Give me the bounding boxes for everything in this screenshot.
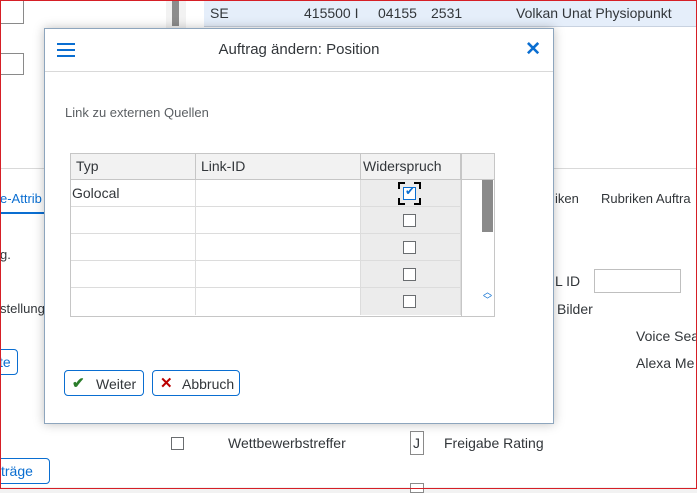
column-header-link-id[interactable]: Link-ID	[196, 154, 361, 180]
cell-typ[interactable]	[71, 261, 196, 287]
bg-label-freigabe: Freigabe Rating	[444, 435, 544, 451]
bg-field-2[interactable]	[0, 53, 24, 75]
table-row[interactable]	[71, 234, 461, 261]
bg-right-panel-strip	[555, 26, 697, 127]
widerspruch-checkbox[interactable]	[403, 214, 416, 227]
bg-label-id: L ID	[555, 273, 581, 289]
scrollbar-column: ︿ ﹀	[461, 154, 494, 316]
checkmark-icon: ✔	[72, 375, 85, 392]
bg-tab-active-underline	[0, 212, 44, 214]
bg-splitter[interactable]	[172, 0, 179, 26]
cell-widerspruch	[361, 288, 461, 315]
widerspruch-checkbox[interactable]	[403, 241, 416, 254]
cell-typ[interactable]	[71, 288, 196, 315]
dialog: Auftrag ändern: Position ✕ Link zu exter…	[44, 28, 554, 424]
scroll-header	[462, 154, 494, 180]
bg-code: 04155	[378, 5, 417, 21]
cell-widerspruch	[361, 234, 461, 260]
cross-icon: ✕	[160, 375, 173, 392]
cell-typ[interactable]	[71, 234, 196, 260]
bg-label-alexa: Alexa Me	[636, 355, 695, 371]
table-row[interactable]	[71, 261, 461, 288]
bg-button-auftraege[interactable]: träge	[0, 458, 50, 484]
column-header-widerspruch[interactable]: Widerspruch	[361, 154, 461, 180]
bg-text-g: g.	[0, 247, 11, 262]
bg-tab-rubriken[interactable]: iken	[555, 191, 579, 206]
cell-widerspruch	[361, 261, 461, 287]
cell-link-id[interactable]	[196, 180, 361, 206]
cell-link-id[interactable]	[196, 261, 361, 287]
bg-table-row[interactable]: SE 415500 I 04155 2531 Volkan Unat Physi…	[204, 0, 697, 27]
cell-widerspruch	[361, 207, 461, 233]
table-row[interactable]	[71, 288, 461, 315]
bg-number: 415500 I	[304, 5, 359, 21]
bg-button-te[interactable]: te	[0, 349, 18, 375]
column-header-typ[interactable]: Typ	[71, 154, 196, 180]
bg-country: SE	[210, 5, 229, 21]
bg-name: Volkan Unat Physiopunkt	[516, 5, 672, 21]
links-table: Typ Link-ID Widerspruch Golocal ✔ ︿ ﹀	[70, 153, 495, 317]
bg-tab-rubriken-auftrag[interactable]: Rubriken Auftra	[601, 191, 691, 206]
abbruch-button[interactable]: ✕ Abbruch	[152, 370, 240, 396]
scrollbar-thumb[interactable]	[482, 180, 493, 232]
bg-field-1[interactable]	[0, 0, 24, 24]
bg-label-voice: Voice Sea	[636, 328, 697, 344]
check-icon: ✔	[405, 184, 416, 198]
cell-widerspruch: ✔	[361, 180, 461, 206]
weiter-button[interactable]: ✔ Weiter	[64, 370, 144, 396]
widerspruch-checkbox[interactable]: ✔	[403, 184, 416, 200]
section-label: Link zu externen Quellen	[65, 105, 209, 120]
weiter-label: Weiter	[96, 376, 137, 392]
bg-checkbox-wettbewerb[interactable]	[171, 437, 184, 450]
table-row[interactable]: Golocal ✔	[71, 180, 461, 207]
cell-link-id[interactable]	[196, 234, 361, 260]
dialog-title: Auftrag ändern: Position	[218, 41, 380, 58]
scroll-arrows-icon[interactable]: ︿ ﹀	[482, 288, 493, 305]
bg-id-field[interactable]	[594, 269, 681, 293]
bg-freigabe-value: J	[413, 435, 420, 451]
bg-label-wettbewerb: Wettbewerbstreffer	[228, 435, 346, 451]
cell-typ[interactable]	[71, 207, 196, 233]
cell-link-id[interactable]	[196, 207, 361, 233]
cell-link-id[interactable]	[196, 288, 361, 315]
bg-text-stellung: stellung	[0, 301, 45, 316]
bg-button-auftraege-label: träge	[1, 463, 33, 479]
table-row[interactable]	[71, 207, 461, 234]
cell-typ[interactable]: Golocal	[71, 180, 196, 206]
bg-freigabe-field[interactable]: J	[410, 431, 424, 455]
bg-button-te-label: te	[0, 354, 11, 370]
bg-nr: 2531	[431, 5, 463, 21]
widerspruch-checkbox[interactable]	[403, 268, 416, 281]
bg-label-bilder: Bilder	[557, 301, 593, 317]
widerspruch-checkbox[interactable]	[403, 295, 416, 308]
dialog-header: Auftrag ändern: Position ✕	[45, 29, 553, 72]
bg-field-edge[interactable]	[410, 483, 424, 493]
close-icon[interactable]: ✕	[525, 38, 541, 61]
bg-tab-attribute[interactable]: e-Attrib	[0, 191, 42, 206]
abbruch-label: Abbruch	[182, 376, 235, 392]
